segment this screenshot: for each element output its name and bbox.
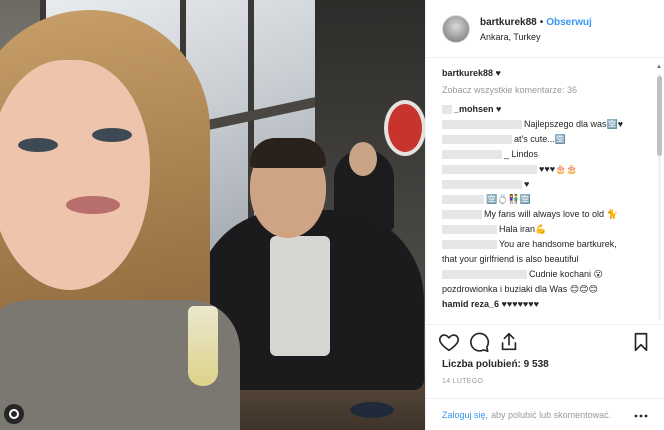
comment-row: Najlepszego dla was🈳♥ xyxy=(442,117,648,132)
comments-scrollbar[interactable]: ▲ ▼ xyxy=(656,64,663,324)
comment-row: You are handsome bartkurek, xyxy=(442,237,648,252)
comment-text: Hala iran💪 xyxy=(499,224,547,234)
login-prompt: Zaloguj się, aby polubić lub skomentować… xyxy=(426,398,664,430)
view-all-comments-link[interactable]: Zobacz wszystkie komentarze: 36 xyxy=(442,83,648,98)
likes-count[interactable]: Liczba polubień: 9 538 xyxy=(426,358,664,372)
comment-text: pozdrowionka i buziaki dla Was 😊😊😊 xyxy=(442,284,598,294)
comment-text: at's cute...🈳 xyxy=(514,134,566,144)
comment-text: You are handsome bartkurek, xyxy=(499,239,617,249)
comment-row: _ Lindos xyxy=(442,147,648,162)
post-header-text: bartkurek88 • Obserwuj Ankara, Turkey xyxy=(480,14,592,44)
post-photo[interactable] xyxy=(0,0,425,430)
redacted-username xyxy=(442,120,522,130)
comment-text: 🈳💍👫🈳 xyxy=(486,194,531,204)
comment-row: 🈳💍👫🈳 xyxy=(442,192,648,207)
redacted-username xyxy=(442,240,497,250)
comment-text: ♥♥♥♥♥♥♥ xyxy=(501,299,539,309)
comment-row: ♥ xyxy=(442,177,648,192)
follow-button[interactable]: Obserwuj xyxy=(546,17,592,28)
comment-text: ♥ xyxy=(496,104,502,114)
photo-eye xyxy=(18,138,58,152)
comment-row: hamid reza_6 ♥♥♥♥♥♥♥ xyxy=(442,297,648,312)
photo-eye xyxy=(92,128,132,142)
instagram-post: bartkurek88 • Obserwuj Ankara, Turkey bart… xyxy=(0,0,664,430)
comment-row: ♥♥♥🎂🎂 xyxy=(442,162,648,177)
redacted-username xyxy=(442,105,452,115)
post-header: bartkurek88 • Obserwuj Ankara, Turkey xyxy=(426,0,664,58)
caption-text: ♥ xyxy=(495,68,501,78)
heart-icon[interactable] xyxy=(438,331,460,353)
separator-dot: • xyxy=(539,16,544,28)
share-icon[interactable] xyxy=(498,331,520,353)
redacted-username xyxy=(442,225,497,235)
photo-guard-head xyxy=(349,142,377,176)
username-link[interactable]: bartkurek88 xyxy=(480,17,537,28)
login-link[interactable]: Zaloguj się, xyxy=(442,410,488,420)
comment-row: Cudnie kochani 😮 xyxy=(442,267,648,282)
comment-text: Cudnie kochani 😮 xyxy=(529,269,603,279)
redacted-username xyxy=(442,135,512,145)
comment-row: at's cute...🈳 xyxy=(442,132,648,147)
photo-cup xyxy=(350,402,394,418)
comment-text: that your girlfriend is also beautiful xyxy=(442,254,579,264)
redacted-username xyxy=(442,180,522,190)
comment-row: pozdrowionka i buziaki dla Was 😊😊😊 xyxy=(442,282,648,297)
photo-glass xyxy=(188,306,218,386)
comment-rows: _mohsen ♥ Najlepszego dla was🈳♥ at's cute.… xyxy=(442,102,648,312)
avatar[interactable] xyxy=(442,14,470,43)
scroll-up-icon[interactable]: ▲ xyxy=(656,64,662,70)
photo-red-sign xyxy=(384,100,425,156)
photo-lips xyxy=(66,196,120,214)
comment-icon[interactable] xyxy=(468,331,490,353)
comment-text: Najlepszego dla was🈳♥ xyxy=(524,119,624,129)
comment-text: _ Lindos xyxy=(504,149,539,159)
redacted-username xyxy=(442,195,484,205)
comment-row: that your girlfriend is also beautiful xyxy=(442,252,648,267)
comment-text: ♥ xyxy=(524,179,530,189)
post-side-panel: bartkurek88 • Obserwuj Ankara, Turkey bart… xyxy=(425,0,664,430)
more-icon[interactable] xyxy=(634,410,648,420)
caption-username[interactable]: bartkurek88 xyxy=(442,68,493,78)
action-bar xyxy=(426,324,664,358)
comment-username[interactable]: hamid reza_6 xyxy=(442,299,499,309)
comment-row: _mohsen ♥ xyxy=(442,102,648,117)
redacted-username xyxy=(442,150,502,160)
login-prompt-text: aby polubić lub skomentować. xyxy=(491,409,612,420)
comment-row: My fans will always love to old 🐈 xyxy=(442,207,648,222)
post-date[interactable]: 14 LUTEGO xyxy=(426,378,664,390)
photo-man-hair xyxy=(250,138,326,168)
comment-row: Hala iran💪 xyxy=(442,222,648,237)
caption: bartkurek88 ♥ xyxy=(442,66,648,81)
comment-username[interactable]: _mohsen xyxy=(454,104,494,114)
location-link[interactable]: Ankara, Turkey xyxy=(480,30,592,44)
redacted-username xyxy=(442,165,537,175)
comment-text: My fans will always love to old 🐈 xyxy=(484,209,618,219)
scrollbar-thumb[interactable] xyxy=(657,76,662,156)
comment-text: ♥♥♥🎂🎂 xyxy=(539,164,578,174)
photo-man-shirt xyxy=(270,236,330,356)
redacted-username xyxy=(442,270,527,280)
redacted-username xyxy=(442,210,482,220)
comments-list[interactable]: bartkurek88 ♥ Zobacz wszystkie komentarz… xyxy=(426,58,664,324)
user-tag-icon[interactable] xyxy=(4,404,24,424)
bookmark-icon[interactable] xyxy=(630,331,652,353)
